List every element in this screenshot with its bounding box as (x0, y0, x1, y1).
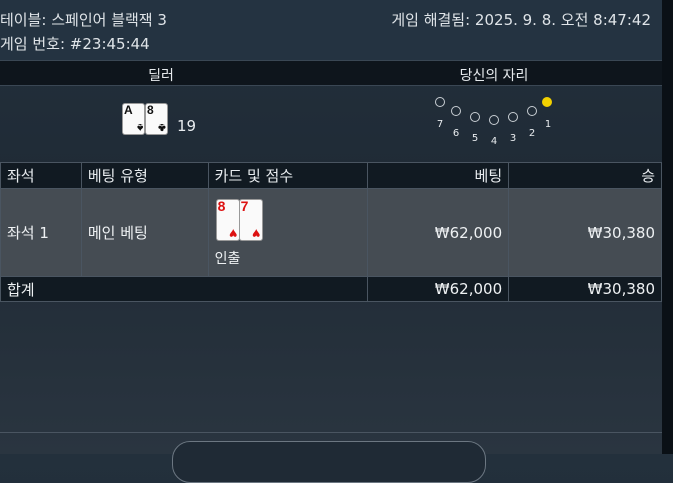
seat-3-marker (508, 112, 518, 122)
seat-number: 3 (509, 133, 517, 144)
dealer-label: 딜러 (148, 68, 174, 84)
seat-number: 5 (471, 133, 479, 144)
seat-4-marker (489, 115, 499, 125)
table-header-row: 좌석 베팅 유형 카드 및 점수 베팅 승 (0, 162, 662, 189)
player-card: 7 ♥ (239, 197, 262, 242)
total-bet: ₩62,000 (367, 276, 510, 302)
table-name: 테이블: 스페인어 블랙잭 3 (0, 11, 167, 29)
divider (0, 432, 662, 433)
col-bet-type: 베팅 유형 (80, 162, 209, 189)
dealer-area: A ♠ 8 ♣ 19 7 6 5 4 3 2 1 (0, 86, 662, 162)
row-bet: ₩62,000 (367, 188, 510, 277)
total-label: 합계 (0, 276, 369, 302)
player-card: 8 ♥ (216, 197, 239, 242)
col-win: 승 (508, 162, 662, 189)
table-row: 좌석 1 메인 베팅 8 ♥ 7 ♥ 인출 ₩62,000 ₩30,380 (0, 188, 662, 277)
seat-1-marker (542, 97, 552, 107)
seat-number: 6 (452, 128, 460, 139)
seat-number: 1 (544, 119, 552, 130)
row-cards: 8 ♥ 7 ♥ 인출 (207, 188, 369, 277)
row-win: ₩30,380 (508, 188, 662, 277)
row-bet-type: 메인 베팅 (80, 188, 209, 277)
seat-number: 4 (490, 136, 498, 147)
dealer-card: A ♠ (123, 103, 144, 135)
dealer-card: 8 ♣ (146, 103, 167, 135)
seat-6-marker (451, 106, 461, 116)
total-win: ₩30,380 (508, 276, 662, 302)
header: 테이블: 스페인어 블랙잭 3 게임 번호: #23:45:44 게임 해결됨:… (0, 0, 662, 60)
seat-number: 7 (436, 119, 444, 130)
dealer-score: 19 (177, 117, 197, 135)
seat-2-marker (527, 106, 537, 116)
game-id: 게임 번호: #23:45:44 (0, 35, 150, 53)
row-seat: 좌석 1 (0, 188, 82, 277)
scrollbar[interactable] (662, 0, 673, 454)
total-row: 합계 ₩62,000 ₩30,380 (0, 276, 662, 302)
seat-7-marker (435, 97, 445, 107)
section-header: 딜러 당신의 자리 (0, 60, 662, 86)
seat-5-marker (470, 112, 480, 122)
col-seat: 좌석 (0, 162, 82, 189)
bottom-tab-button[interactable] (172, 441, 486, 483)
col-cards: 카드 및 점수 (207, 162, 369, 189)
resolved-time: 게임 해결됨: 2025. 9. 8. 오전 8:47:42 (391, 11, 651, 29)
hand-result: 인출 (214, 250, 241, 267)
your-seat-label: 당신의 자리 (459, 68, 529, 84)
col-bet: 베팅 (367, 162, 510, 189)
seat-number: 2 (528, 128, 536, 139)
bets-table: 좌석 베팅 유형 카드 및 점수 베팅 승 좌석 1 메인 베팅 8 ♥ 7 ♥… (0, 162, 662, 302)
